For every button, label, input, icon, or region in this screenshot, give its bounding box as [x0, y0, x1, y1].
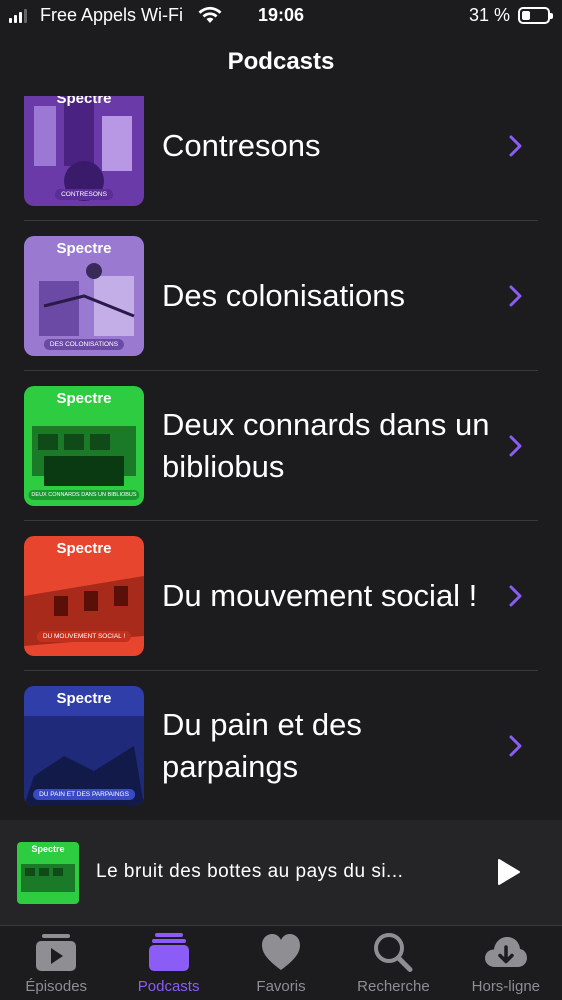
chevron-right-icon [509, 435, 522, 457]
podcast-artwork: Spectre DU PAIN ET DES PARPAINGS [24, 686, 144, 806]
mini-player[interactable]: Spectre Le bruit des bottes au pays du s… [0, 820, 562, 925]
chevron-right-icon [509, 135, 522, 157]
podcast-row-deux-connards[interactable]: Spectre DEUX CONNARDS DANS UN BIBLIOBUS … [0, 371, 562, 521]
podcast-artwork: Spectre CONTRESONS [24, 96, 144, 206]
chevron-right-icon [509, 285, 522, 307]
tab-favoris[interactable]: Favoris [225, 926, 337, 1000]
now-playing-title[interactable]: Le bruit des bottes au pays du si... [96, 861, 466, 883]
battery-icon [518, 7, 553, 24]
tab-podcasts[interactable]: Podcasts [112, 926, 224, 1000]
podcast-title: Contresons [162, 128, 321, 163]
download-cloud-icon [484, 937, 527, 967]
podcast-artwork: Spectre DU MOUVEMENT SOCIAL ! [24, 536, 144, 656]
podcast-title: Deux connards dans un bibliobus [162, 407, 490, 484]
podcasts-icon [148, 933, 189, 971]
battery-percentage: 31 % [468, 5, 510, 25]
tab-hors-ligne[interactable]: Hors-ligne [450, 926, 562, 1000]
chevron-right-icon [509, 585, 522, 607]
page-title: Podcasts [227, 48, 335, 75]
podcast-title: Du mouvement social ! [162, 578, 478, 613]
heart-icon [262, 934, 301, 970]
episodes-icon [36, 934, 77, 971]
tab-bar: Épisodes Podcasts Favoris Recherche Hors… [0, 925, 562, 1000]
tab-episodes[interactable]: Épisodes [0, 926, 112, 1000]
podcast-row-du-pain-et-des-parpaings[interactable]: Spectre DU PAIN ET DES PARPAINGS Du pain… [0, 671, 562, 820]
search-icon [374, 933, 413, 972]
tab-recherche[interactable]: Recherche [337, 926, 449, 1000]
podcast-row-des-colonisations[interactable]: Spectre DES COLONISATIONS Des colonisati… [0, 221, 562, 371]
podcast-title: Du pain et des parpaings [162, 707, 362, 784]
podcast-artwork: Spectre DES COLONISATIONS [24, 236, 144, 356]
chevron-right-icon [509, 735, 522, 757]
status-bar: Free Appels Wi-Fi 19:06 31 % [0, 0, 562, 32]
podcast-row-contresons[interactable]: Spectre CONTRESONS Contresons [0, 96, 562, 221]
play-button[interactable] [496, 858, 522, 886]
podcast-artwork: Spectre DEUX CONNARDS DANS UN BIBLIOBUS [24, 386, 144, 506]
podcast-row-du-mouvement-social[interactable]: Spectre DU MOUVEMENT SOCIAL ! Du mouveme… [0, 521, 562, 671]
now-playing-artwork: Spectre [17, 842, 79, 904]
podcast-title: Des colonisations [162, 278, 405, 313]
podcast-list[interactable]: Spectre CONTRESONS Contresons Spectre DE… [0, 96, 562, 820]
